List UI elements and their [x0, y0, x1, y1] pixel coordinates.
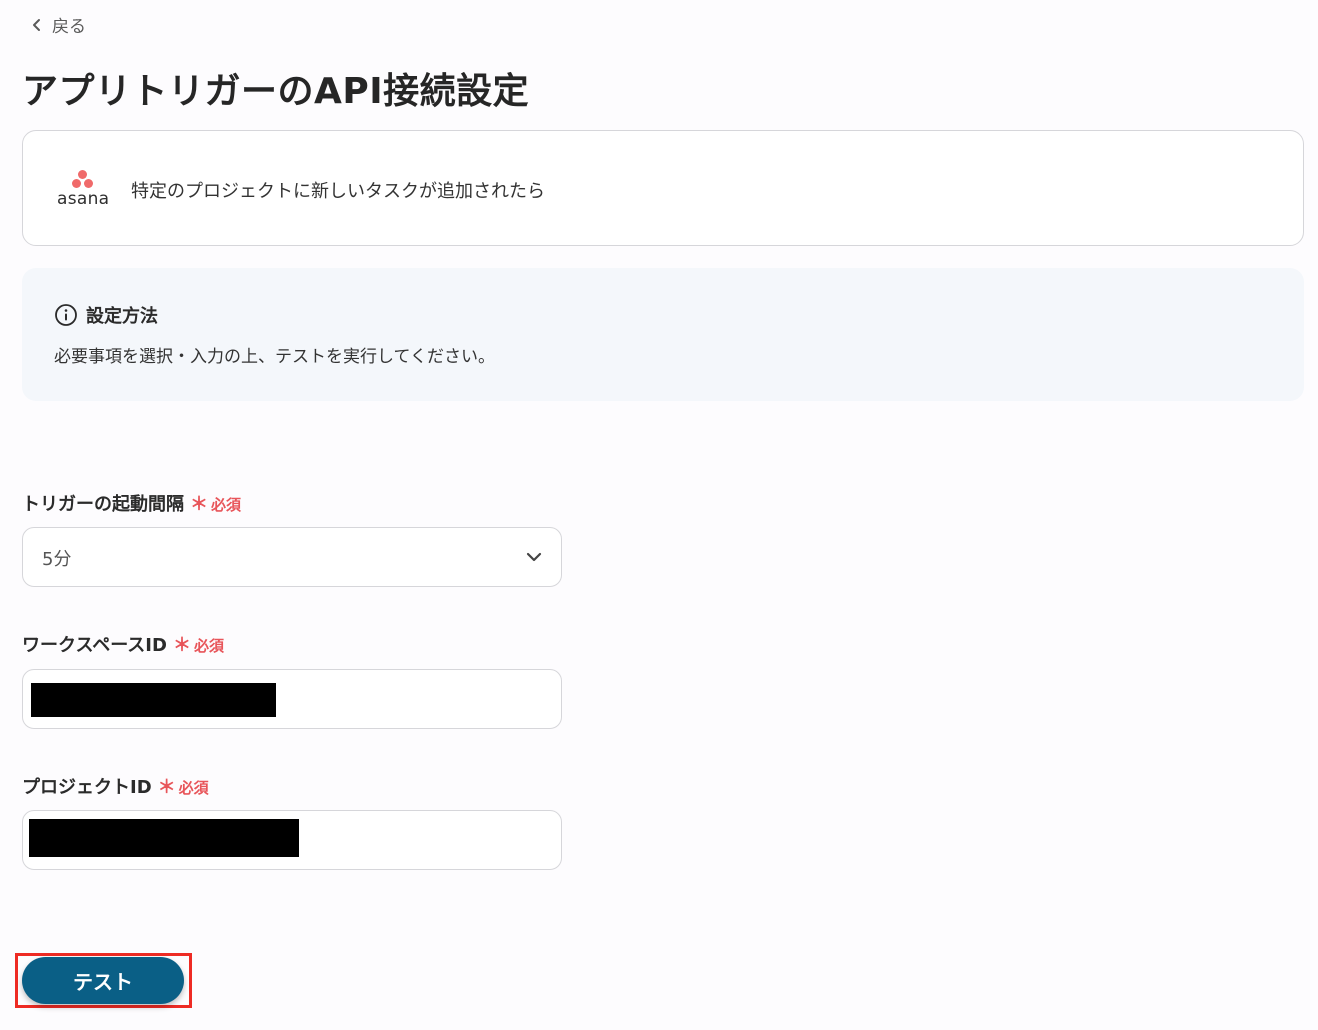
- back-label: 戻る: [52, 17, 86, 37]
- chevron-down-icon: [526, 552, 542, 562]
- workspace-label: ワークスペースID ＊必須: [22, 631, 224, 657]
- interval-label-text: トリガーの起動間隔: [22, 494, 184, 515]
- required-badge: ＊必須: [157, 777, 209, 798]
- test-button[interactable]: テスト: [22, 957, 184, 1004]
- required-badge: ＊必須: [190, 494, 242, 515]
- interval-value: 5分: [42, 549, 72, 570]
- interval-label: トリガーの起動間隔 ＊必須: [22, 490, 241, 516]
- page-title: アプリトリガーのAPI接続設定: [22, 71, 530, 112]
- redacted-value: [31, 683, 276, 717]
- asana-logo: asana: [57, 169, 109, 209]
- info-icon: [55, 304, 77, 326]
- info-heading: 設定方法: [86, 306, 158, 327]
- workspace-label-text: ワークスペースID: [22, 635, 167, 656]
- project-label-text: プロジェクトID: [22, 777, 152, 798]
- info-body: 必要事項を選択・入力の上、テストを実行してください。: [54, 347, 495, 367]
- project-label: プロジェクトID ＊必須: [22, 773, 209, 799]
- project-id-input[interactable]: [22, 810, 562, 870]
- asana-wordmark: asana: [57, 189, 110, 209]
- info-box: 設定方法 必要事項を選択・入力の上、テストを実行してください。: [22, 268, 1304, 401]
- back-link[interactable]: 戻る: [30, 12, 86, 37]
- required-badge: ＊必須: [172, 635, 224, 656]
- redacted-value: [29, 819, 299, 857]
- interval-select[interactable]: 5分: [22, 527, 562, 587]
- trigger-description: 特定のプロジェクトに新しいタスクが追加されたら: [131, 181, 545, 202]
- workspace-id-input[interactable]: [22, 669, 562, 729]
- chevron-left-icon: [33, 18, 40, 31]
- trigger-card: asana 特定のプロジェクトに新しいタスクが追加されたら: [22, 130, 1304, 246]
